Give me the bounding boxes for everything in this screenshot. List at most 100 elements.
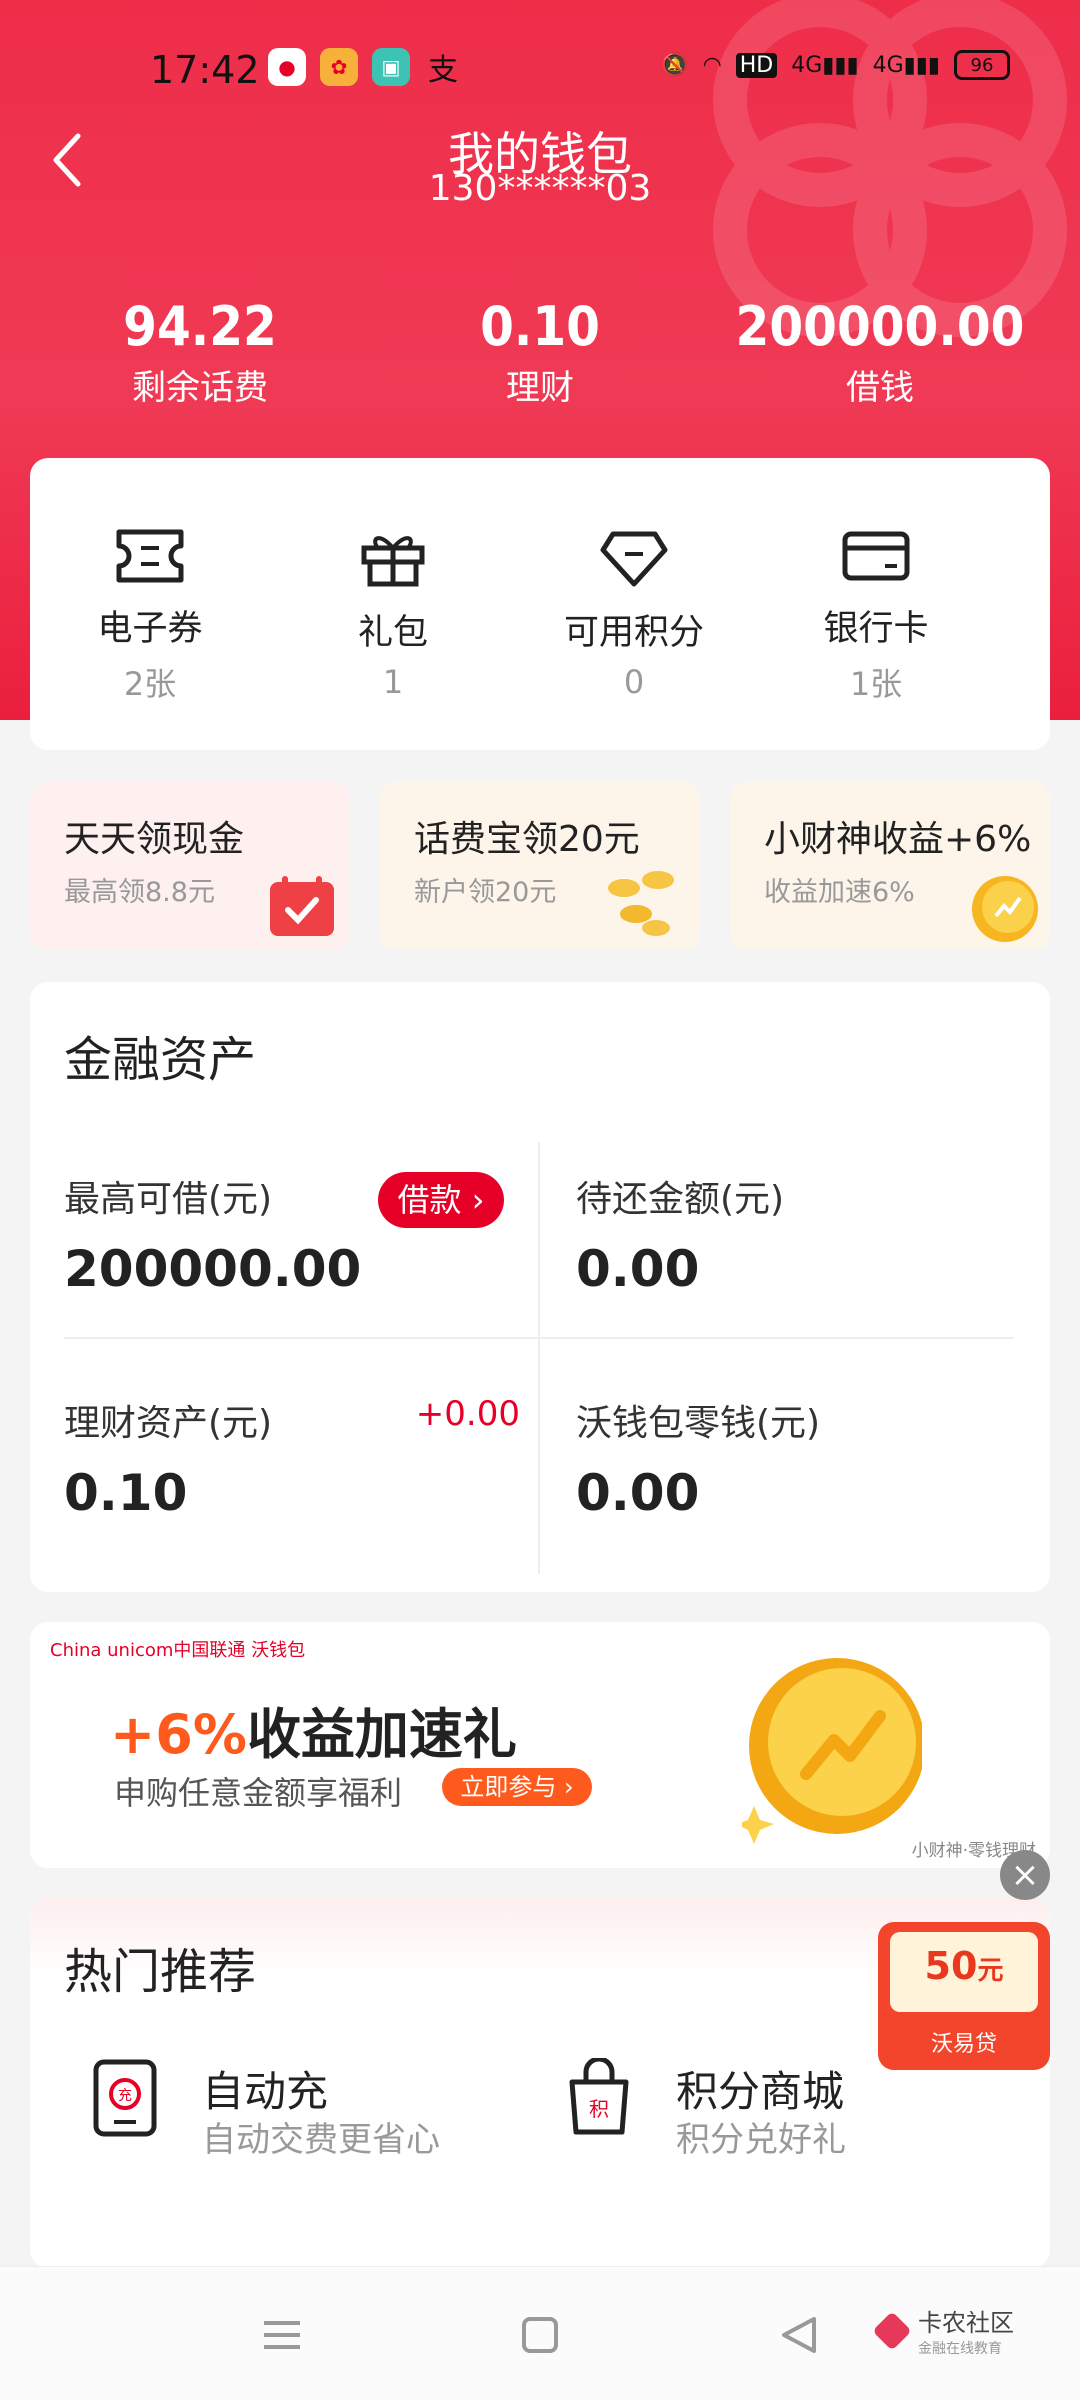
close-float-button[interactable]: ×	[1000, 1850, 1050, 1900]
rec-auto-recharge[interactable]: 充 自动充 自动交费更省心	[90, 2058, 440, 2160]
signal-icon: 4G▮▮▮	[791, 52, 859, 78]
quick-label: 礼包	[357, 613, 428, 653]
ticket-icon	[116, 529, 184, 583]
watermark-sub: 金融在线教育	[918, 2341, 1002, 2357]
section-title: 金融资产	[64, 1032, 257, 1088]
quick-count: 0	[623, 663, 645, 701]
hd-icon: HD	[735, 52, 778, 78]
quick-access-card: 电子券 2张 礼包 1 可用积分 0 银行卡 1张	[30, 458, 1050, 750]
balance-stats: 94.22 剩余话费 0.10 理财 200000.00 借钱	[0, 295, 1080, 415]
quick-count: 2张	[123, 665, 177, 703]
red-packet-float[interactable]: 50元 沃易贷	[878, 1922, 1050, 2070]
promo-subtitle: 最高领8.8元	[64, 877, 215, 908]
quick-count: 1张	[849, 665, 903, 703]
banner-logo: China unicom中国联通 沃钱包	[50, 1640, 306, 1661]
banner-join-label: 立即参与	[460, 1773, 557, 1801]
watermark-brand: 卡农社区	[918, 2309, 1014, 2337]
banner-headline: +6%收益加速礼	[110, 1690, 517, 1769]
status-time: 17:42	[150, 48, 260, 92]
app3-icon: ▣	[372, 48, 410, 86]
red-packet-card: 50元	[890, 1932, 1038, 2012]
gold-coins-icon	[608, 871, 674, 936]
banner-subtitle: 申购任意金额享福利	[114, 1774, 403, 1812]
auto-recharge-icon: 充	[93, 2059, 157, 2137]
wifi-icon: ◠	[702, 52, 722, 78]
promo-banner[interactable]: China unicom中国联通 沃钱包 +6%收益加速礼 申购任意金额享福利 …	[30, 1622, 1050, 1868]
quick-label: 可用积分	[563, 613, 704, 653]
menu-icon[interactable]	[252, 2305, 312, 2365]
signal-icon-2: 4G▮▮▮	[872, 52, 940, 78]
kanong-logo-icon	[874, 2313, 910, 2348]
quick-item-bank-card[interactable]: 银行卡 1张	[756, 528, 996, 705]
bank-card-icon	[842, 531, 910, 581]
wealth-value: 0.10	[64, 1464, 188, 1522]
stat-remaining-fee[interactable]: 94.22 剩余话费	[20, 295, 380, 409]
stat-label: 理财	[506, 368, 574, 408]
stat-value: 94.22	[123, 295, 277, 358]
coin-growth-icon	[972, 876, 1038, 942]
wealth-change: +0.00	[415, 1394, 520, 1434]
banner-join-button[interactable]: 立即参与 ›	[442, 1768, 592, 1806]
gold-coin-icon	[742, 1658, 922, 1844]
stat-value: 200000.00	[735, 295, 1025, 358]
system-nav-bar: 卡农社区 金融在线教育	[0, 2266, 1080, 2400]
rec-subtitle: 积分兑好礼	[676, 2120, 846, 2160]
battery-icon: 96	[954, 50, 1010, 80]
quick-label: 银行卡	[823, 609, 929, 649]
watermark-logo: 卡农社区 金融在线教育	[874, 2303, 1014, 2358]
promo-title: 小财神收益+6%	[764, 819, 1032, 860]
repay-value: 0.00	[576, 1240, 700, 1298]
stat-label: 借钱	[846, 368, 914, 408]
svg-text:充: 充	[118, 2088, 132, 2104]
loan-button-label: 借款	[397, 1181, 462, 1219]
stat-borrow[interactable]: 200000.00 借钱	[700, 295, 1060, 409]
stat-wealth[interactable]: 0.10 理财	[360, 295, 720, 409]
promo-small-fortune[interactable]: 小财神收益+6% 收益加速6%	[730, 782, 1050, 950]
rec-points-mall[interactable]: 积 积分商城 积分兑好礼	[564, 2056, 846, 2160]
stat-label: 剩余话费	[132, 368, 268, 408]
promo-subtitle: 收益加速6%	[764, 877, 915, 908]
quick-item-gift[interactable]: 礼包 1	[273, 528, 513, 701]
max-loan-value: 200000.00	[64, 1240, 362, 1298]
mute-icon: 🔕	[661, 52, 689, 78]
repay-cell[interactable]: 待还金额(元) 0.00	[576, 1170, 1016, 1298]
diamond-icon	[600, 531, 668, 587]
gift-icon	[361, 536, 425, 587]
quick-label: 电子券	[97, 609, 203, 649]
points-mall-icon: 积	[569, 2056, 629, 2135]
promo-title: 话费宝领20元	[414, 819, 640, 860]
red-packet-amount-value: 50	[924, 1944, 978, 1988]
rec-subtitle: 自动交费更省心	[202, 2120, 440, 2160]
wallet-change-label: 沃钱包零钱(元)	[576, 1403, 821, 1444]
phone-number: 130******03	[428, 168, 652, 209]
du-icon: ●	[268, 48, 306, 86]
alipay-icon: 支	[428, 53, 458, 88]
calendar-check-icon	[270, 876, 334, 936]
section-title: 热门推荐	[64, 1944, 257, 2000]
home-square-icon[interactable]	[510, 2305, 570, 2365]
financial-assets-card: 金融资产 最高可借(元) 200000.00 借款 › 待还金额(元) 0.00…	[30, 982, 1050, 1592]
wallet-change-cell[interactable]: 沃钱包零钱(元) 0.00	[576, 1394, 1016, 1522]
loan-button[interactable]: 借款 ›	[378, 1172, 504, 1228]
app2-icon: ✿	[320, 48, 358, 86]
rec-title: 自动充	[202, 2067, 329, 2116]
promo-fee-treasure[interactable]: 话费宝领20元 新户领20元	[380, 782, 700, 950]
quick-count: 1	[382, 663, 404, 701]
back-triangle-icon[interactable]	[770, 2305, 830, 2365]
divider	[538, 1142, 540, 1574]
wallet-change-value: 0.00	[576, 1464, 700, 1522]
red-packet-unit: 元	[977, 1956, 1004, 1986]
quick-item-coupons[interactable]: 电子券 2张	[30, 528, 270, 705]
promo-title: 天天领现金	[64, 819, 245, 860]
promo-subtitle: 新户领20元	[414, 877, 557, 908]
banner-percent: +6%	[110, 1703, 247, 1766]
promo-daily-cash[interactable]: 天天领现金 最高领8.8元	[30, 782, 350, 950]
stat-value: 0.10	[480, 295, 600, 358]
svg-text:积: 积	[589, 2097, 609, 2121]
repay-label: 待还金额(元)	[576, 1179, 785, 1220]
red-packet-label: 沃易贷	[930, 2032, 997, 2057]
banner-headline-text: 收益加速礼	[246, 1703, 517, 1766]
red-packet-amount: 50元	[890, 1932, 1038, 1988]
quick-item-points[interactable]: 可用积分 0	[514, 528, 754, 701]
rec-title: 积分商城	[676, 2067, 845, 2116]
